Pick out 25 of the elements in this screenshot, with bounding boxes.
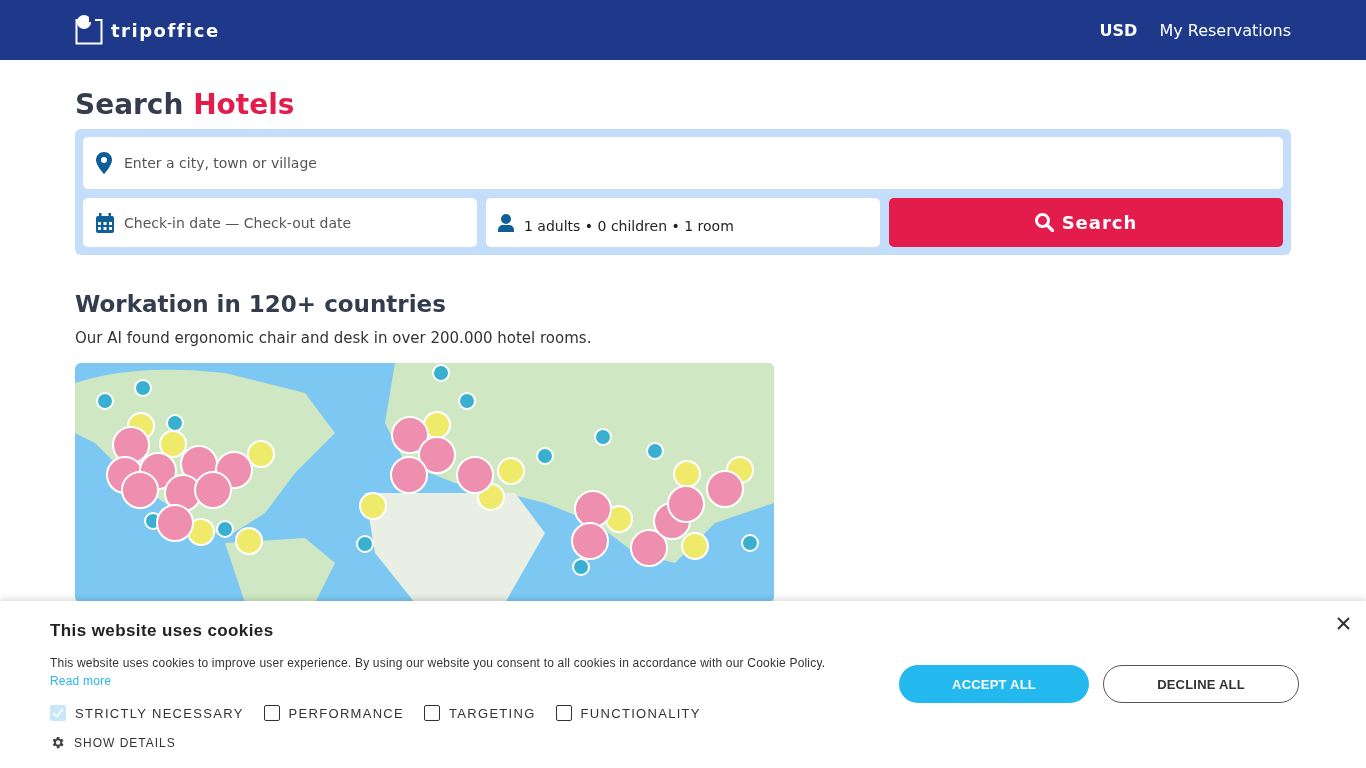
search-icon [1034,213,1054,232]
logo-text: tripoffice [111,19,220,41]
decline-all-button[interactable]: DECLINE ALL [1103,665,1299,703]
page-title: Search Hotels [75,88,296,121]
show-details-button[interactable]: SHOW DETAILS [50,735,176,750]
gear-icon [50,735,65,750]
checkbox[interactable] [263,705,280,721]
guests-selector[interactable]: 1 adults • 0 children • 1 room [486,198,880,247]
currency-selector[interactable]: USD [1099,20,1138,40]
section-heading: Workation in 120+ countries [75,291,447,317]
checkbox[interactable] [424,705,441,721]
checkbox-label: TARGETING [449,705,536,721]
search-button[interactable]: Search [889,198,1283,247]
destination-field[interactable]: Enter a city, town or village [83,137,1283,189]
person-icon [498,213,514,232]
dates-field[interactable]: Check-in date — Check-out date [83,198,477,247]
checkbox[interactable] [555,705,572,721]
checkbox-label: PERFORMANCE [288,705,405,721]
reservations-link[interactable]: My Reservations [1159,20,1291,40]
checkbox-label: FUNCTIONALITY [580,705,701,721]
section-description: Our AI found ergonomic chair and desk in over 200.000 hotel rooms. [75,329,593,347]
logo-icon [75,15,103,45]
cookie-banner-title: This website uses cookies [50,621,275,641]
checkbox-label: STRICTLY NECESSARY [75,705,244,721]
cookie-description: This website uses cookies to improve user experience. By using our website you consent to all cookies in accordance with our Cookie Policy. [50,655,827,671]
